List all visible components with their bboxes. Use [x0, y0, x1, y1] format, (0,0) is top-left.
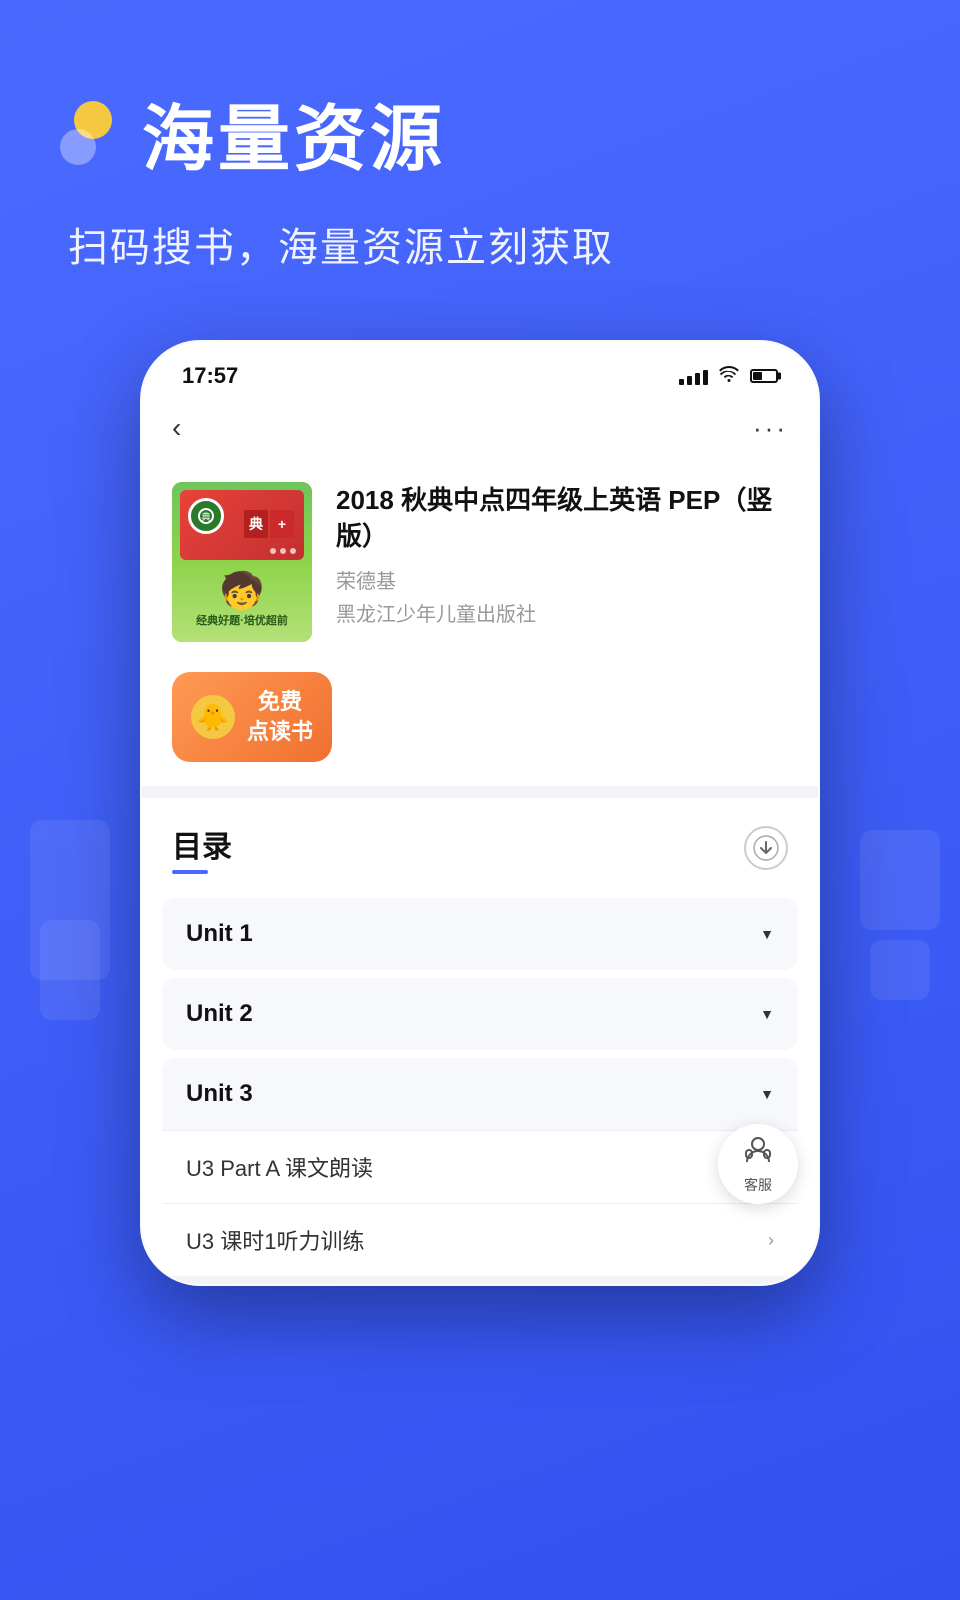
- back-button[interactable]: ‹: [172, 412, 181, 444]
- battery-icon: [750, 369, 778, 383]
- toc-section: 目录 Unit 1 ▼ U: [142, 798, 818, 1276]
- unit-2-arrow: ▼: [760, 1006, 774, 1022]
- signal-bar-2: [687, 376, 692, 385]
- download-circle-icon: [753, 835, 779, 861]
- unit-1-arrow: ▼: [760, 926, 774, 942]
- battery-fill: [753, 372, 762, 380]
- phone-mockup: 17:57 ‹ ···: [140, 340, 820, 1286]
- signal-icon: [679, 367, 708, 385]
- unit-2-item: Unit 2 ▼: [162, 978, 798, 1050]
- signal-bar-1: [679, 379, 684, 385]
- cover-dots: [270, 548, 296, 554]
- signal-bar-4: [703, 370, 708, 385]
- sub-item-2[interactable]: U3 课时1听力训练 ›: [162, 1204, 798, 1276]
- status-icons: [679, 366, 778, 387]
- unit-2-label: Unit 2: [186, 1000, 253, 1028]
- unit-3-header[interactable]: Unit 3 ▼: [162, 1058, 798, 1130]
- unit-2-header[interactable]: Unit 2 ▼: [162, 978, 798, 1050]
- free-read-button[interactable]: 🐥 免费 点读书: [172, 672, 332, 762]
- duck-icon: 🐥: [191, 695, 235, 739]
- logo-blue-circle: [60, 129, 96, 165]
- book-publisher: 黑龙江少年儿童出版社: [336, 598, 788, 627]
- status-bar: 17:57: [142, 342, 818, 402]
- nav-bar: ‹ ···: [142, 402, 818, 458]
- free-read-label: 免费 点读书: [247, 687, 313, 746]
- logo-row: 海量资源: [60, 80, 900, 185]
- free-read-area: 🐥 免费 点读书: [142, 662, 818, 786]
- header-section: 海量资源 扫码搜书，海量资源立刻获取: [60, 80, 900, 273]
- svg-text:典: 典: [249, 516, 263, 532]
- headset-icon: [742, 1134, 774, 1173]
- book-info-section: 典 典 +: [142, 458, 818, 662]
- cover-text: 经典好题·培优超前: [192, 612, 292, 628]
- deco-rect-2: [40, 920, 100, 1020]
- sub-item-1[interactable]: U3 Part A 课文朗读 ›: [162, 1131, 798, 1204]
- download-button[interactable]: [744, 826, 788, 870]
- signal-bar-3: [695, 373, 700, 385]
- book-cover: 典 典 +: [172, 482, 312, 642]
- unit-3-subitems: U3 Part A 课文朗读 › U3 课时1听力训练 ›: [162, 1130, 798, 1276]
- section-divider: [142, 786, 818, 798]
- status-time: 17:57: [182, 363, 238, 389]
- book-cover-inner: 典 典 +: [172, 482, 312, 642]
- deco-rect-4: [870, 940, 930, 1000]
- toc-header: 目录: [142, 798, 818, 890]
- phone-frame: 17:57 ‹ ···: [140, 340, 820, 1286]
- toc-underline: [172, 870, 208, 874]
- sub-item-1-label: U3 Part A 课文朗读: [186, 1151, 373, 1183]
- page-title: 海量资源: [142, 80, 446, 185]
- customer-service-button[interactable]: 客服: [718, 1124, 798, 1204]
- book-details: 2018 秋典中点四年级上英语 PEP（竖版） 荣德基 黑龙江少年儿童出版社: [336, 482, 788, 627]
- book-cover-top: 典 典 +: [180, 490, 304, 560]
- header-subtitle: 扫码搜书，海量资源立刻获取: [68, 215, 900, 273]
- customer-service-label: 客服: [744, 1175, 772, 1195]
- unit-3-arrow: ▼: [760, 1086, 774, 1102]
- book-author: 荣德基: [336, 565, 788, 594]
- unit-1-item: Unit 1 ▼: [162, 898, 798, 970]
- more-button[interactable]: ···: [753, 413, 788, 444]
- toc-title-wrap: 目录: [172, 822, 232, 874]
- svg-text:典: 典: [201, 511, 210, 522]
- svg-text:+: +: [278, 516, 286, 532]
- book-emblem: 典: [188, 498, 224, 534]
- wifi-icon: [718, 366, 740, 387]
- unit-3-item: Unit 3 ▼ U3 Part A 课文朗读 › U3 课时1听力训练 ›: [162, 1058, 798, 1276]
- cover-char: 🧒: [220, 570, 265, 612]
- logo-icon: [60, 101, 124, 165]
- unit-1-label: Unit 1: [186, 920, 253, 948]
- sub-item-2-label: U3 课时1听力训练: [186, 1224, 364, 1256]
- unit-1-header[interactable]: Unit 1 ▼: [162, 898, 798, 970]
- book-title: 2018 秋典中点四年级上英语 PEP（竖版）: [336, 482, 788, 555]
- deco-rect-3: [860, 830, 940, 930]
- chevron-right-icon-2: ›: [768, 1230, 774, 1251]
- unit-3-label: Unit 3: [186, 1080, 253, 1108]
- toc-title: 目录: [172, 822, 232, 874]
